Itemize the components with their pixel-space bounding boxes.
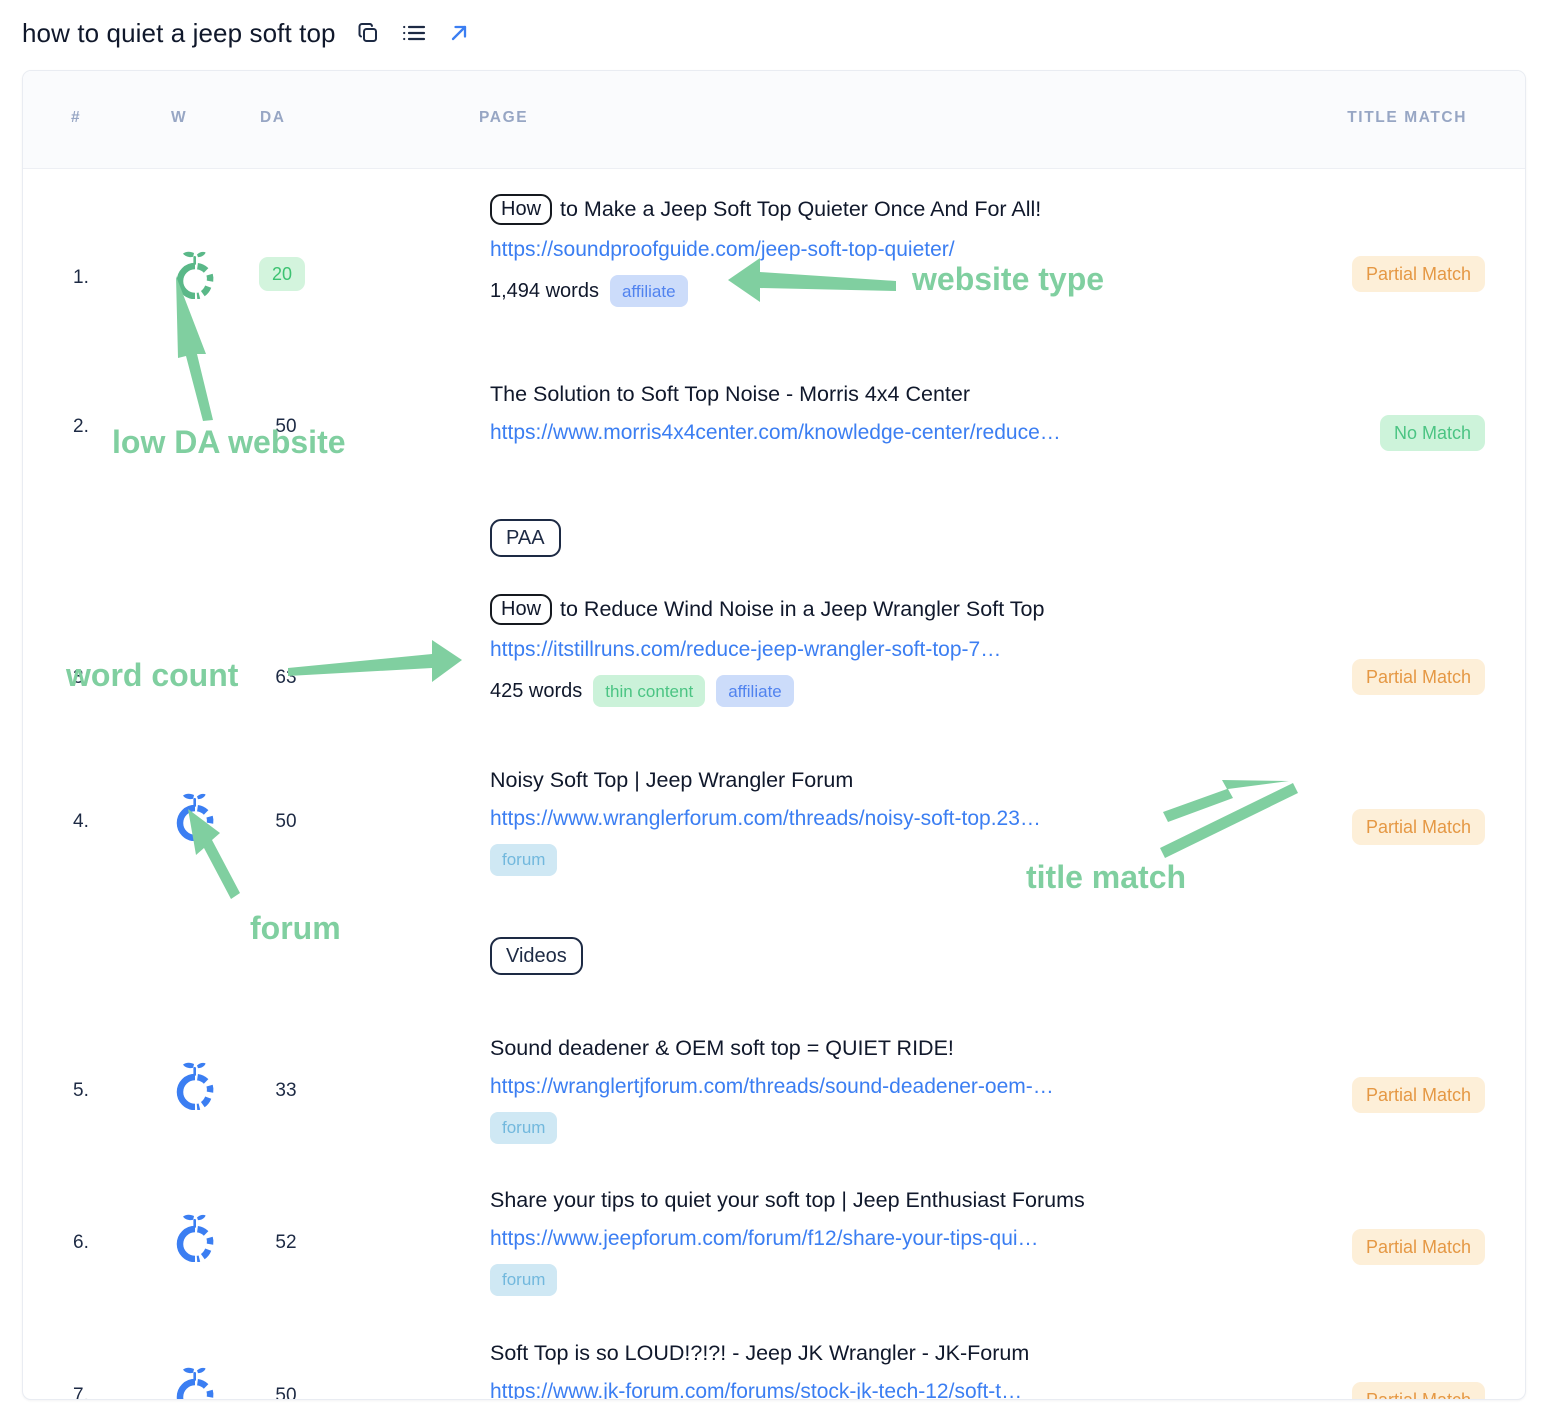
serp-feature-label: Videos [490, 937, 583, 975]
tag-affiliate: affiliate [716, 675, 794, 707]
column-header-da: DA [260, 109, 286, 126]
result-title[interactable]: How to Make a Jeep Soft Top Quieter Once… [490, 194, 1280, 225]
result-url[interactable]: https://www.jk-forum.com/forums/stock-jk… [490, 1380, 1280, 1399]
header-actions [356, 21, 470, 45]
fruit-icon-blue [173, 1060, 217, 1115]
page-cell: Share your tips to quiet your soft top |… [490, 1187, 1280, 1296]
result-url[interactable]: https://soundproofguide.com/jeep-soft-to… [490, 238, 1280, 262]
status-badge: Partial Match [1351, 1077, 1485, 1113]
serp-feature-label: PAA [490, 519, 561, 557]
column-header-page: PAGE [479, 109, 529, 126]
status-badge: Partial Match [1351, 659, 1485, 695]
status-badge: Partial Match [1351, 256, 1485, 292]
result-title[interactable]: How to Reduce Wind Noise in a Jeep Wrang… [490, 594, 1280, 625]
result-rank: 5. [73, 1080, 89, 1101]
result-title[interactable]: Noisy Soft Top | Jeep Wrangler Forum [490, 767, 1280, 794]
tag-affiliate: affiliate [609, 275, 688, 307]
result-url[interactable]: https://itstillruns.com/reduce-jeep-wran… [490, 638, 1280, 662]
da-badge: 20 [259, 257, 305, 291]
da-value: 63 [275, 667, 297, 688]
da-value: 52 [275, 1232, 297, 1253]
column-header-w: W [171, 109, 188, 126]
result-url[interactable]: https://www.jeepforum.com/forum/f12/shar… [490, 1227, 1280, 1251]
status-badge: Partial Match [1351, 1229, 1485, 1265]
result-rank: 1. [73, 267, 89, 288]
list-icon[interactable] [402, 22, 426, 44]
result-url[interactable]: https://www.morris4x4center.com/knowledg… [490, 421, 1280, 445]
result-title-text: Noisy Soft Top | Jeep Wrangler Forum [490, 768, 854, 792]
question-word-chip: How [490, 194, 553, 225]
column-header-title-match: TITLE MATCH [1347, 109, 1467, 126]
external-link-icon[interactable] [448, 22, 470, 44]
fruit-icon-blue [173, 1212, 217, 1267]
result-meta: 1,494 words affiliate [490, 275, 1280, 307]
result-url[interactable]: https://wranglertjforum.com/threads/soun… [490, 1075, 1280, 1099]
da-value: 33 [275, 1080, 297, 1101]
fruit-icon-blue [173, 1365, 217, 1399]
result-title-text: Sound deadener & OEM soft top = QUIET RI… [490, 1036, 954, 1060]
tag-forum: forum [490, 1111, 558, 1144]
da-value: 50 [275, 1385, 297, 1400]
result-meta: forum [490, 1263, 1280, 1296]
question-word-chip: How [490, 594, 553, 625]
table-header: # W DA PAGE TITLE MATCH [23, 71, 1525, 169]
word-count: 425 words [490, 679, 583, 702]
tag-thin-content: thin content [593, 675, 706, 707]
results-list: 1. 20 How to Make a Jeep Soft Top Quiete… [23, 169, 1525, 1399]
result-rank: 3. [73, 667, 89, 688]
result-rank: 7. [73, 1385, 89, 1400]
page-title: how to quiet a jeep soft top [22, 17, 336, 48]
result-title[interactable]: The Solution to Soft Top Noise - Morris … [490, 381, 1280, 408]
tag-forum: forum [490, 1263, 558, 1296]
da-value: 50 [275, 416, 297, 437]
page-cell: The Solution to Soft Top Noise - Morris … [490, 381, 1280, 445]
da-value: 50 [275, 811, 297, 832]
serp-feature-videos[interactable]: Videos [490, 937, 583, 975]
result-title-text: to Make a Jeep Soft Top Quieter Once And… [560, 197, 1042, 222]
copy-icon[interactable] [356, 21, 380, 45]
word-count: 1,494 words [490, 279, 599, 302]
result-title[interactable]: Sound deadener & OEM soft top = QUIET RI… [490, 1035, 1280, 1062]
column-header-rank: # [71, 109, 82, 126]
page-cell: How to Reduce Wind Noise in a Jeep Wrang… [490, 594, 1280, 707]
page-cell: Soft Top is so LOUD!?!?! - Jeep JK Wrang… [490, 1340, 1280, 1399]
result-title[interactable]: Share your tips to quiet your soft top |… [490, 1187, 1280, 1214]
result-title-text: Share your tips to quiet your soft top |… [490, 1188, 1085, 1212]
result-title-text: The Solution to Soft Top Noise - Morris … [490, 382, 970, 406]
result-meta: forum [490, 843, 1280, 876]
status-badge: Partial Match [1351, 1382, 1485, 1399]
result-rank: 6. [73, 1232, 89, 1253]
serp-results-card: # W DA PAGE TITLE MATCH 1. 20 How to Mak… [22, 70, 1526, 1400]
app-root: how to quiet a jeep soft top # W DA PAGE… [0, 0, 1548, 1420]
status-badge: No Match [1379, 415, 1485, 451]
result-meta: 425 words thin content affiliate [490, 675, 1280, 707]
result-rank: 2. [73, 416, 89, 437]
result-url[interactable]: https://www.wranglerforum.com/threads/no… [490, 807, 1280, 831]
fruit-icon-green [173, 249, 217, 304]
result-title-text: Soft Top is so LOUD!?!?! - Jeep JK Wrang… [490, 1341, 1030, 1365]
page-cell: Noisy Soft Top | Jeep Wrangler Forum htt… [490, 767, 1280, 876]
tag-forum: forum [490, 843, 558, 876]
result-meta: forum [490, 1111, 1280, 1144]
fruit-icon-blue [173, 791, 217, 846]
serp-feature-paa[interactable]: PAA [490, 519, 561, 557]
result-rank: 4. [73, 811, 89, 832]
result-title-text: to Reduce Wind Noise in a Jeep Wrangler … [560, 597, 1045, 622]
page-cell: Sound deadener & OEM soft top = QUIET RI… [490, 1035, 1280, 1144]
keyword-header: how to quiet a jeep soft top [0, 0, 1548, 66]
page-cell: How to Make a Jeep Soft Top Quieter Once… [490, 194, 1280, 307]
result-title[interactable]: Soft Top is so LOUD!?!?! - Jeep JK Wrang… [490, 1340, 1280, 1367]
status-badge: Partial Match [1351, 809, 1485, 845]
